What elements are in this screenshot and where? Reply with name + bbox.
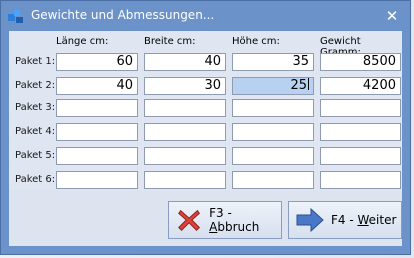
next-button[interactable]: F4 - Weiter: [288, 201, 402, 239]
input-cell[interactable]: [144, 123, 226, 141]
input-cell[interactable]: [320, 123, 401, 141]
input-cell[interactable]: 40: [144, 53, 226, 71]
next-button-label: F4 - Weiter: [331, 213, 397, 227]
input-cell[interactable]: 35: [232, 53, 314, 71]
row-label: Paket 5:: [15, 150, 56, 161]
input-cell[interactable]: [232, 171, 314, 189]
input-cell[interactable]: [320, 171, 401, 189]
input-cell[interactable]: 40: [56, 77, 138, 95]
input-cell[interactable]: [232, 99, 314, 117]
column-header: Höhe cm:: [232, 36, 280, 47]
input-cell[interactable]: [144, 99, 226, 117]
window-title: Gewichte und Abmessungen...: [31, 8, 215, 22]
column-header: Breite cm:: [144, 36, 196, 47]
input-cell[interactable]: 8500: [320, 53, 401, 71]
input-cell[interactable]: 4200: [320, 77, 401, 95]
column-header: Länge cm:: [56, 36, 109, 47]
cell-value: 8500: [362, 54, 396, 69]
title-bar[interactable]: Gewichte und Abmessungen... ✕: [1, 1, 410, 31]
cell-value: 35: [292, 54, 309, 69]
input-cell[interactable]: [144, 171, 226, 189]
dialog-content: Länge cm:Breite cm:Höhe cm:Gewicht Gramm…: [9, 31, 402, 246]
input-cell[interactable]: [320, 99, 401, 117]
cancel-button-label: F3 - Abbruch: [209, 206, 260, 234]
input-cell[interactable]: [56, 99, 138, 117]
input-cell[interactable]: [56, 147, 138, 165]
cancel-button[interactable]: F3 - Abbruch: [168, 201, 282, 239]
cell-value: 25: [290, 78, 307, 93]
input-cell[interactable]: 30: [144, 77, 226, 95]
right-arrow-icon: [296, 207, 324, 233]
input-cell[interactable]: 60: [56, 53, 138, 71]
row-label: Paket 4:: [15, 126, 56, 137]
row-label: Paket 1:: [15, 56, 56, 67]
input-cell[interactable]: [320, 147, 401, 165]
cell-value: 40: [204, 54, 221, 69]
red-x-icon: [178, 209, 201, 231]
cell-value: 60: [116, 54, 133, 69]
text-caret: [308, 78, 309, 90]
input-cell[interactable]: [56, 123, 138, 141]
input-cell[interactable]: 25: [232, 77, 314, 95]
input-cell[interactable]: [144, 147, 226, 165]
app-icon: [8, 10, 23, 23]
row-label: Paket 2:: [15, 80, 56, 91]
dialog-window: Gewichte und Abmessungen... ✕ Länge cm: B…: [0, 0, 411, 255]
row-label: Paket 6:: [15, 174, 56, 185]
cell-value: 40: [116, 78, 133, 93]
close-button[interactable]: ✕: [382, 6, 402, 26]
row-label: Paket 3:: [15, 102, 56, 113]
input-cell[interactable]: [56, 171, 138, 189]
cell-value: 30: [204, 78, 221, 93]
input-cell[interactable]: [232, 147, 314, 165]
cell-value: 4200: [362, 78, 396, 93]
input-cell[interactable]: [232, 123, 314, 141]
